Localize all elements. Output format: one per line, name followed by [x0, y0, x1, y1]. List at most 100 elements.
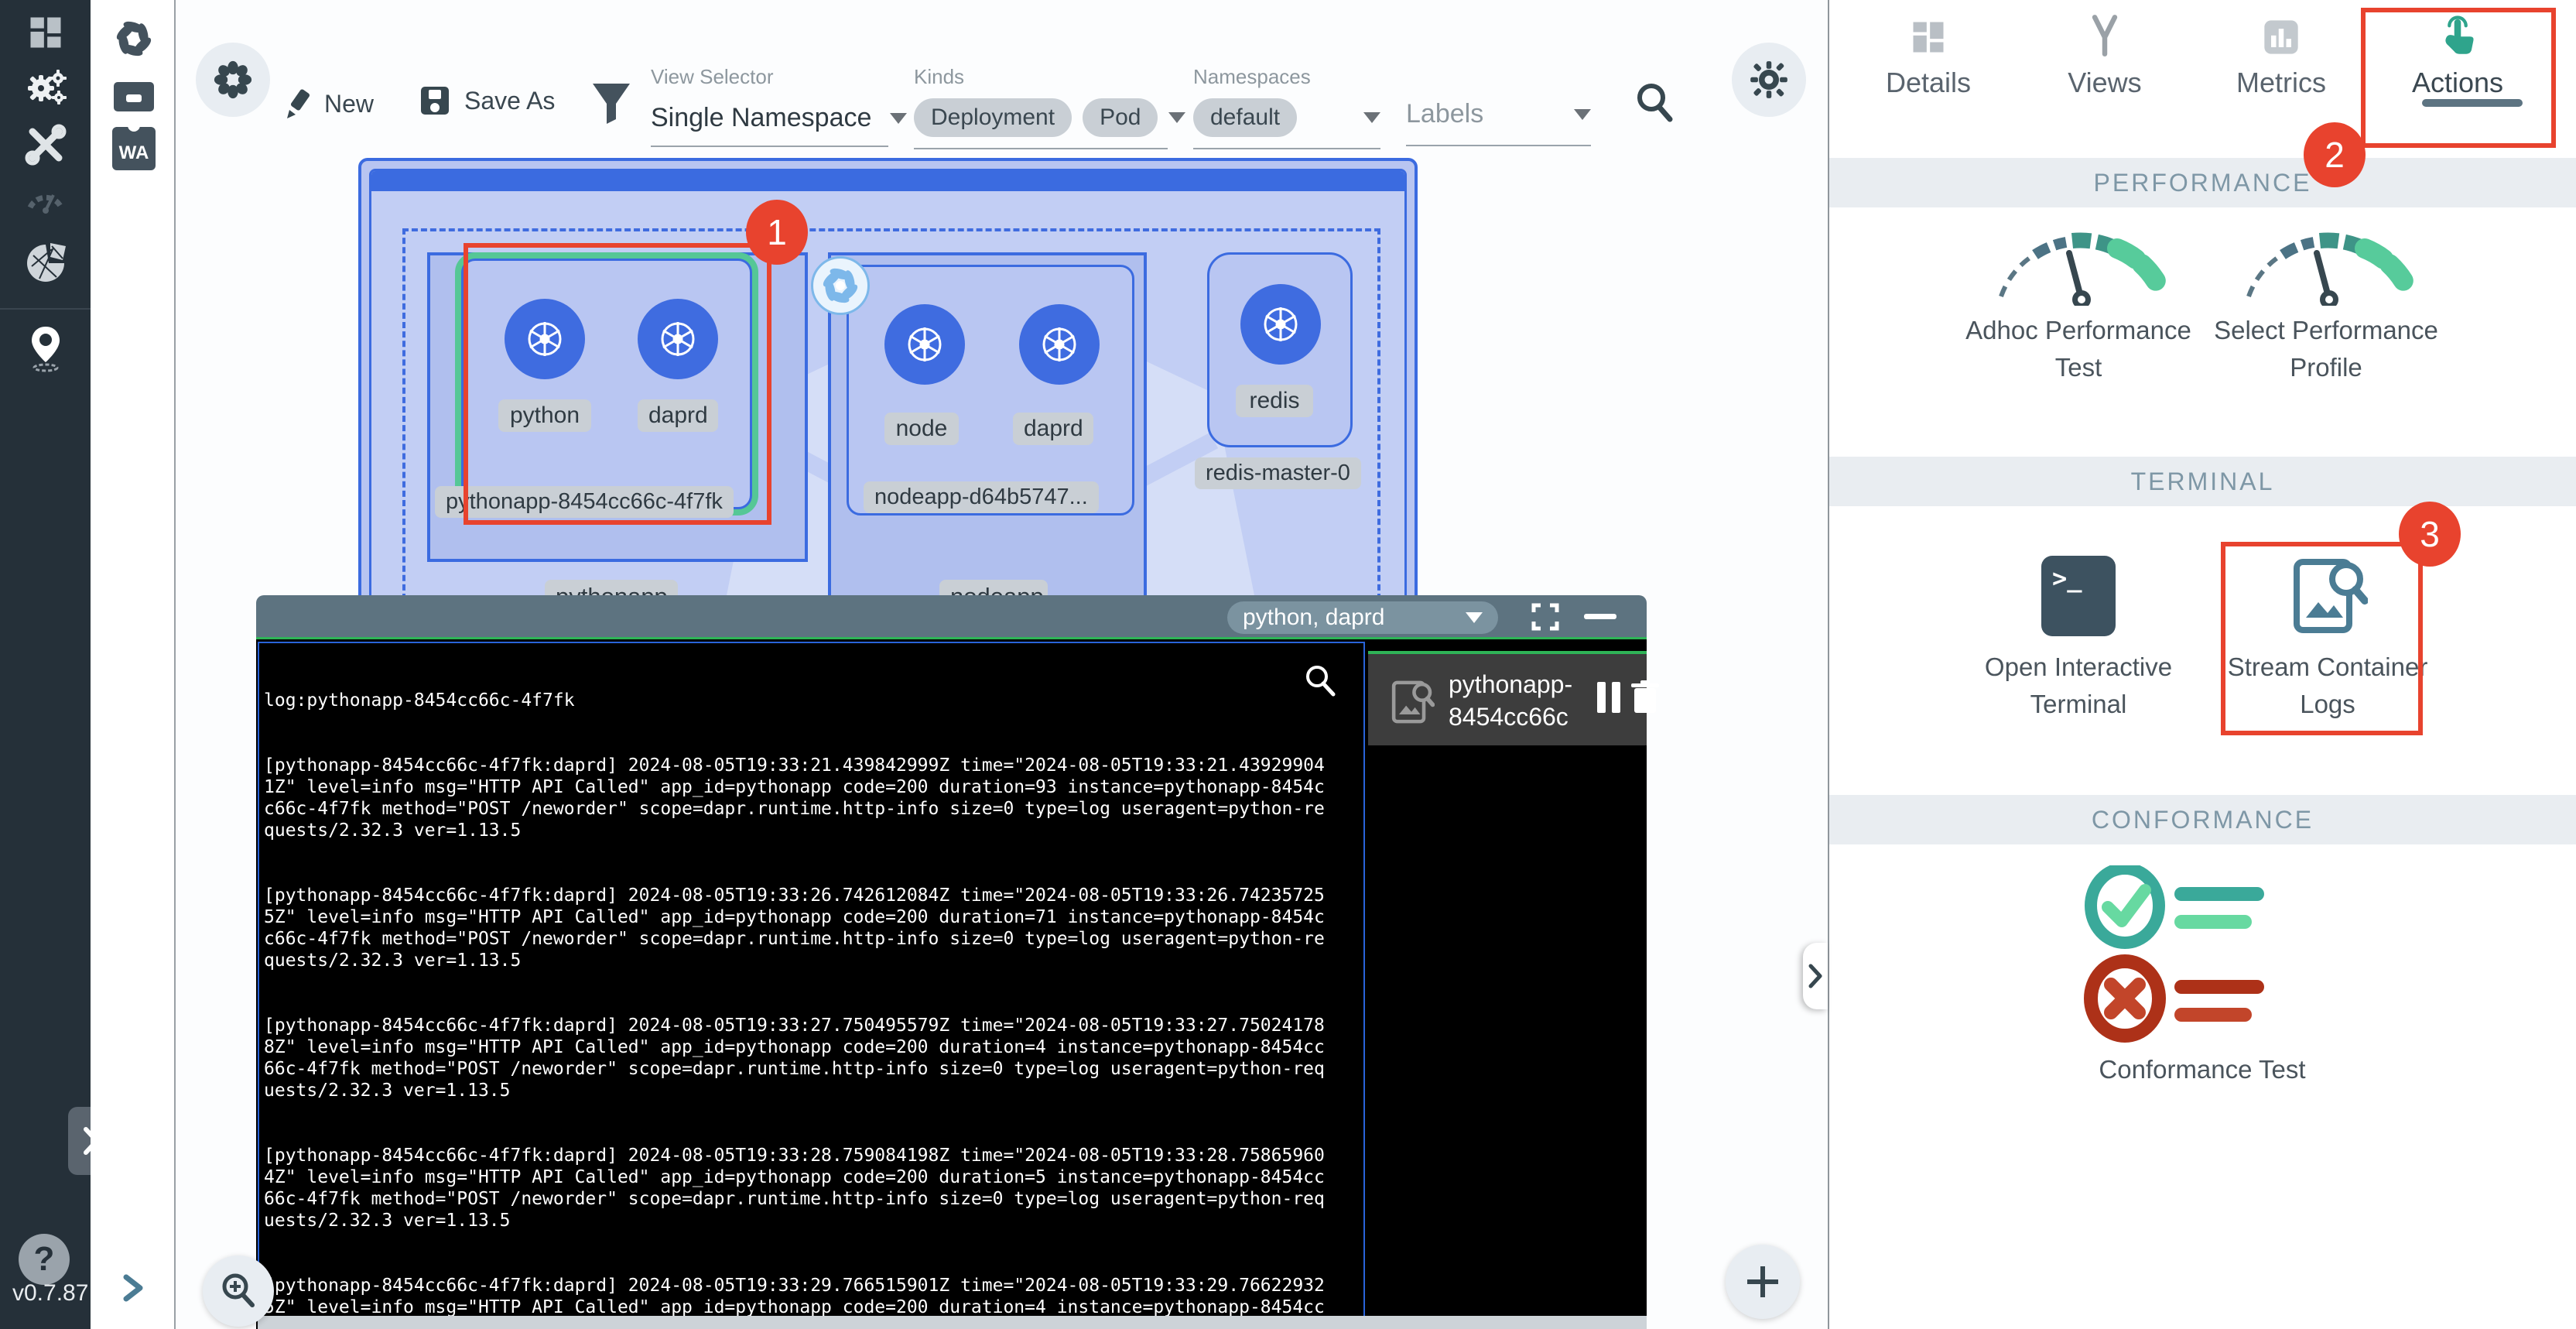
stream-list-panel: pythonapp- 8454cc66c — [1368, 642, 1647, 1316]
new-button[interactable]: New — [282, 87, 374, 121]
save-as-button[interactable]: Save As — [418, 84, 555, 118]
open-terminal-label: Open Interactive Terminal — [1955, 649, 2202, 723]
webassembly-icon[interactable]: WA — [112, 127, 156, 170]
container-label-redis: redis — [1236, 385, 1313, 417]
views-branch-icon — [2017, 14, 2193, 57]
container-selector-dropdown[interactable]: python, daprd — [1227, 601, 1498, 634]
k8s-chart-icon[interactable] — [0, 238, 91, 285]
terminal-icon: >_ — [2041, 556, 2116, 636]
labels-placeholder: Labels — [1406, 99, 1483, 129]
log-terminal-window: python, daprd log:pythonapp-8454cc66c-4f… — [256, 595, 1647, 1329]
kinds-underline — [914, 148, 1168, 149]
view-selector-value: Single Namespace — [651, 103, 871, 133]
stream-card[interactable]: pythonapp- 8454cc66c — [1368, 651, 1647, 745]
select-performance-label: Select Performance Profile — [2202, 312, 2450, 386]
container-daprd2-icon[interactable] — [1019, 304, 1100, 385]
chevron-down-icon — [1466, 612, 1483, 623]
container-selector-value: python, daprd — [1243, 605, 1466, 631]
chevron-down-icon — [1363, 112, 1380, 123]
open-interactive-terminal-button[interactable]: >_ Open Interactive Terminal — [2041, 556, 2116, 636]
log-block: [pythonapp-8454cc66c-4f7fk:daprd] 2024-0… — [264, 1145, 1331, 1231]
settings-button[interactable] — [1732, 43, 1806, 117]
dashboard-grid-icon[interactable] — [0, 12, 91, 53]
panel-expand-tab[interactable] — [1803, 943, 1828, 1009]
dapr-sidecar-icon — [811, 256, 870, 315]
conformance-checklist-icon — [2078, 865, 2326, 1043]
view-selector-underline — [651, 146, 888, 147]
deployment-nodeapp[interactable]: node daprd nodeapp-d64b5747... — [828, 252, 1147, 624]
pod-redis[interactable]: redis — [1207, 252, 1353, 447]
gauge-icon — [1986, 228, 2171, 306]
pod-nodeapp[interactable]: node daprd — [847, 265, 1134, 516]
namespaces-filter[interactable]: Namespaces default — [1193, 65, 1380, 149]
tab-details-label: Details — [1840, 67, 2017, 99]
pause-stream-icon[interactable] — [1597, 682, 1620, 713]
sidebar-divider — [0, 308, 91, 310]
container-label-node: node — [884, 413, 959, 445]
conformance-test-label: Conformance Test — [2078, 1051, 2326, 1088]
help-icon[interactable]: ? — [19, 1234, 70, 1285]
chevron-down-icon — [1168, 112, 1185, 123]
labels-filter[interactable]: Labels — [1406, 99, 1591, 146]
chevron-down-icon — [890, 113, 907, 124]
annotation-badge-2: 2 — [2304, 122, 2366, 187]
save-as-label: Save As — [464, 87, 555, 115]
tab-metrics-label: Metrics — [2193, 67, 2369, 99]
app-root: ? v0.7.87 — [0, 0, 2576, 1329]
tools-icon[interactable] — [0, 122, 91, 167]
kinds-filter[interactable]: Kinds Deployment Pod — [914, 65, 1185, 149]
log-block: [pythonapp-8454cc66c-4f7fk:daprd] 2024-0… — [264, 755, 1331, 841]
delete-stream-icon[interactable] — [1628, 679, 1662, 716]
metrics-chart-icon — [2193, 17, 2369, 57]
log-block: [pythonapp-8454cc66c-4f7fk:daprd] 2024-0… — [264, 1275, 1331, 1318]
namespace-node-header — [371, 171, 1404, 191]
stream-card-title: pythonapp- 8454cc66c — [1449, 668, 1572, 733]
log-search-icon[interactable] — [1302, 663, 1338, 699]
version-label: v0.7.87 — [12, 1280, 88, 1307]
search-icon[interactable] — [1633, 80, 1676, 124]
performance-gauge-icon[interactable] — [0, 180, 91, 215]
select-performance-profile-button[interactable]: Select Performance Profile — [2233, 228, 2419, 306]
location-pin-icon[interactable] — [0, 324, 91, 373]
adhoc-performance-label: Adhoc Performance Test — [1955, 312, 2202, 386]
view-selector-caption: View Selector — [651, 65, 907, 89]
terminal-scrollbar[interactable] — [258, 1316, 1647, 1329]
app-menu-button[interactable] — [196, 43, 270, 117]
container-redis-icon[interactable] — [1240, 284, 1321, 365]
annotation-box-3 — [2221, 542, 2423, 735]
new-label: New — [324, 90, 374, 118]
add-node-button[interactable] — [1726, 1245, 1800, 1319]
conformance-test-button[interactable]: Conformance Test — [2078, 865, 2326, 1043]
minimize-icon[interactable] — [1584, 614, 1616, 619]
settings-gears-icon[interactable] — [0, 65, 91, 111]
namespaces-caption: Namespaces — [1193, 65, 1380, 89]
details-grid-icon — [1840, 17, 2017, 57]
tab-details[interactable]: Details — [1840, 0, 2017, 147]
zoom-in-button[interactable] — [203, 1255, 274, 1327]
terminal-body: log:pythonapp-8454cc66c-4f7fk [pythonapp… — [256, 637, 1647, 1329]
secondary-expand-icon[interactable] — [120, 1272, 146, 1303]
fullscreen-icon[interactable] — [1531, 603, 1559, 631]
left-sidebar: ? v0.7.87 — [0, 0, 91, 1329]
kind-chip-pod[interactable]: Pod — [1083, 98, 1158, 137]
inbox-icon[interactable] — [111, 71, 157, 115]
kinds-caption: Kinds — [914, 65, 1185, 89]
view-selector[interactable]: View Selector Single Namespace — [651, 65, 907, 147]
namespace-chip-default[interactable]: default — [1193, 98, 1297, 137]
container-node-icon[interactable] — [884, 304, 965, 385]
dapr-pinwheel-icon[interactable] — [112, 17, 156, 60]
labels-underline — [1406, 145, 1591, 146]
tab-views[interactable]: Views — [2017, 0, 2193, 147]
annotation-badge-3: 3 — [2399, 502, 2461, 567]
annotation-box-1 — [464, 243, 771, 525]
terminal-header[interactable]: python, daprd — [256, 595, 1647, 637]
pod-name-redis: redis-master-0 — [1195, 457, 1361, 489]
stream-logs-icon — [1388, 677, 1435, 727]
filter-icon[interactable] — [590, 80, 633, 127]
kind-chip-deployment[interactable]: Deployment — [914, 98, 1072, 137]
adhoc-performance-test-button[interactable]: Adhoc Performance Test — [1986, 228, 2171, 306]
annotation-badge-1: 1 — [746, 200, 808, 265]
container-label-daprd2: daprd — [1013, 413, 1093, 445]
log-output-area[interactable]: log:pythonapp-8454cc66c-4f7fk [pythonapp… — [258, 642, 1365, 1318]
annotation-box-2 — [2361, 8, 2556, 148]
